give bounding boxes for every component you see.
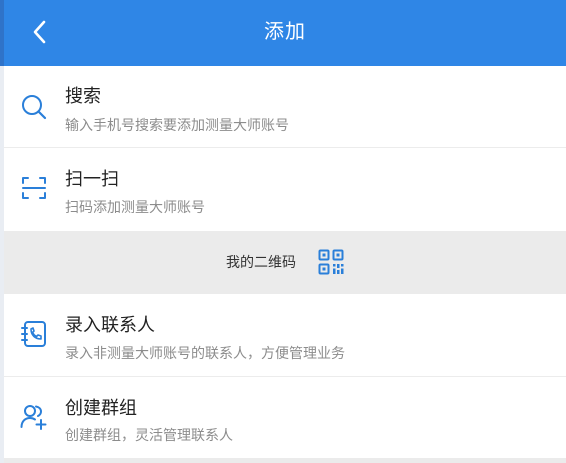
scan-icon (20, 174, 48, 202)
add-group-icon (20, 403, 48, 431)
my-qr-code-button[interactable]: 我的二维码 (222, 245, 352, 281)
create-group-row-subtitle: 创建群组，灵活管理联系人 (65, 428, 233, 444)
qr-section: 我的二维码 (4, 231, 566, 294)
search-row[interactable]: 搜索 输入手机号搜索要添加测量大师账号 (4, 66, 566, 148)
chevron-left-icon (22, 13, 62, 53)
search-row-title: 搜索 (65, 86, 101, 107)
search-row-subtitle: 输入手机号搜索要添加测量大师账号 (65, 118, 289, 134)
my-qr-code-label: 我的二维码 (226, 255, 296, 271)
qr-code-icon (318, 249, 344, 275)
create-group-row-title: 创建群组 (65, 398, 137, 419)
back-button[interactable] (22, 13, 62, 53)
search-icon (20, 93, 48, 121)
create-group-row[interactable]: 创建群组 创建群组，灵活管理联系人 (4, 377, 566, 458)
scan-row[interactable]: 扫一扫 扫码添加测量大师账号 (4, 148, 566, 231)
add-page: 添加 搜索 输入手机号搜索要添加测量大师账号 扫一扫 扫码添加测量大师账号 我的… (4, 0, 566, 463)
scan-row-subtitle: 扫码添加测量大师账号 (65, 200, 205, 216)
scan-row-title: 扫一扫 (65, 169, 119, 190)
phone-book-icon (20, 320, 48, 348)
add-contact-row-title: 录入联系人 (65, 315, 155, 336)
header-bar: 添加 (4, 0, 566, 66)
bottom-section-gap (4, 458, 566, 463)
add-contact-row-subtitle: 录入非测量大师账号的联系人，方便管理业务 (65, 346, 345, 362)
page-title: 添加 (264, 19, 306, 43)
add-contact-row[interactable]: 录入联系人 录入非测量大师账号的联系人，方便管理业务 (4, 294, 566, 376)
